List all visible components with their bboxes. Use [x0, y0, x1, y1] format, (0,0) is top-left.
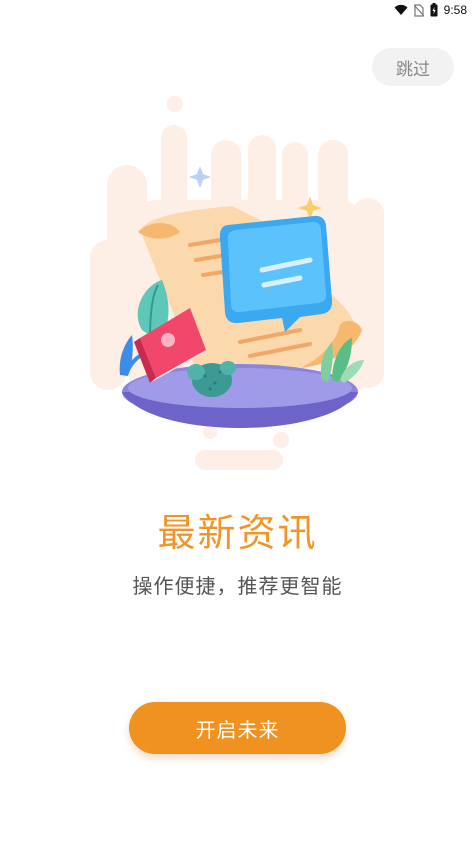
wifi-icon: [394, 4, 408, 16]
status-time: 9:58: [443, 3, 467, 17]
start-future-button[interactable]: 开启未来: [129, 702, 346, 754]
onboarding-screen: 9:58 跳过 最新资讯 操作便捷，推荐更智能 开启未来: [0, 0, 475, 844]
battery-icon: [430, 3, 438, 17]
no-sim-icon: [413, 3, 424, 17]
status-bar: 9:58: [0, 0, 475, 20]
subtitle: 操作便捷，推荐更智能: [132, 574, 343, 598]
headline: 最新资讯: [157, 511, 318, 555]
news-illustration: [90, 96, 384, 470]
